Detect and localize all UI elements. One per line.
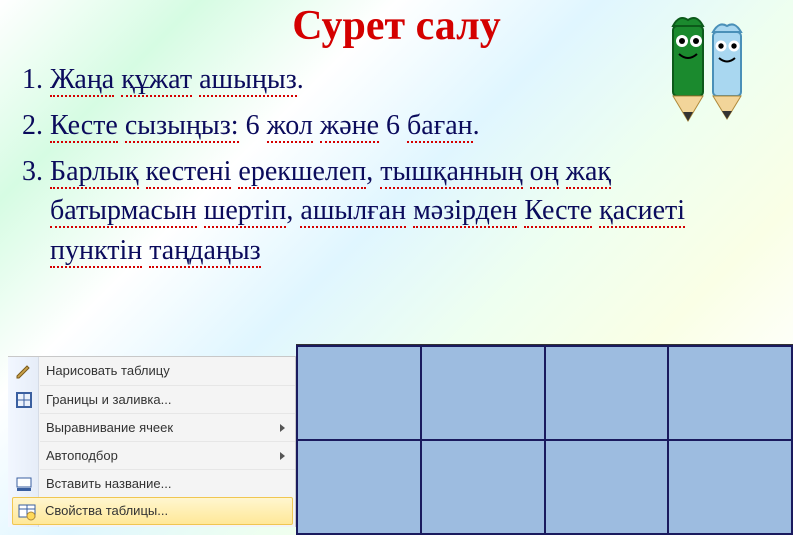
step-1: Жаңа құжат ашыңыз. xyxy=(50,60,763,100)
t: қасиеті xyxy=(599,195,685,228)
t: . xyxy=(297,64,304,95)
t: баған xyxy=(407,110,473,143)
t: . xyxy=(473,110,480,141)
table-grid xyxy=(296,344,793,527)
table-row xyxy=(297,440,792,534)
table-cell xyxy=(545,346,669,440)
table-cell xyxy=(668,346,792,440)
menu-label: Нарисовать таблицу xyxy=(46,357,170,385)
t: шертіп xyxy=(204,195,287,228)
t: құжат xyxy=(121,64,192,97)
menu-item-cell-align[interactable]: Выравнивание ячеек xyxy=(40,413,295,441)
menu-item-autofit[interactable]: Автоподбор xyxy=(40,441,295,469)
t: ашылған xyxy=(300,195,406,228)
t: Барлық xyxy=(50,156,139,189)
menu-label: Вставить название... xyxy=(46,470,171,498)
table-cell xyxy=(297,440,421,534)
menu-label: Свойства таблицы... xyxy=(45,497,168,525)
t: ашыңыз xyxy=(199,64,297,97)
table-cell xyxy=(545,440,669,534)
menu-item-table-properties[interactable]: Свойства таблицы... xyxy=(12,497,293,525)
pencil-icon xyxy=(14,361,34,381)
table xyxy=(296,345,793,535)
table-cell xyxy=(421,440,545,534)
borders-icon xyxy=(14,390,34,410)
t: сызыңыз: xyxy=(125,110,239,143)
t: Кесте xyxy=(50,110,118,143)
t: мәзірден xyxy=(413,195,517,228)
t: ерекшелеп xyxy=(238,156,366,189)
t: 6 xyxy=(386,110,400,141)
table-cell xyxy=(668,440,792,534)
chevron-right-icon xyxy=(280,452,285,460)
context-menu: Нарисовать таблицу Границы и заливка... … xyxy=(8,356,296,527)
step-3: Барлық кестені ерекшелеп, тышқанның оң ж… xyxy=(50,152,763,271)
t: таңдаңыз xyxy=(149,235,261,268)
t: , xyxy=(366,156,373,187)
instructions-list: Жаңа құжат ашыңыз. Кесте сызыңыз: 6 жол … xyxy=(22,60,763,277)
table-cell xyxy=(297,346,421,440)
menu-item-borders-fill[interactable]: Границы и заливка... xyxy=(40,385,295,413)
t: жол xyxy=(267,110,313,143)
t: оң xyxy=(530,156,559,189)
t: , xyxy=(286,195,293,226)
table-row xyxy=(297,346,792,440)
menu-item-insert-caption[interactable]: Вставить название... xyxy=(40,469,295,497)
t: кестені xyxy=(146,156,232,189)
caption-icon xyxy=(14,474,34,494)
menu-label: Автоподбор xyxy=(46,442,118,470)
table-cell xyxy=(421,346,545,440)
t: тышқанның xyxy=(380,156,522,189)
t: Кесте xyxy=(524,195,592,228)
t: жақ xyxy=(566,156,611,189)
t: және xyxy=(320,110,379,143)
menu-item-draw-table[interactable]: Нарисовать таблицу xyxy=(40,357,295,385)
t: батырмасын xyxy=(50,195,197,228)
chevron-right-icon xyxy=(280,424,285,432)
step-2: Кесте сызыңыз: 6 жол және 6 баған. xyxy=(50,106,763,146)
menu-label: Выравнивание ячеек xyxy=(46,414,173,442)
t: 6 xyxy=(246,110,260,141)
slide: Сурет салу Жаңа құжат xyxy=(0,0,793,535)
table-properties-icon xyxy=(17,502,37,522)
t: Жаңа xyxy=(50,64,114,97)
t: пунктін xyxy=(50,235,142,268)
menu-label: Границы и заливка... xyxy=(46,386,171,414)
menu-items: Нарисовать таблицу Границы и заливка... … xyxy=(8,357,295,525)
